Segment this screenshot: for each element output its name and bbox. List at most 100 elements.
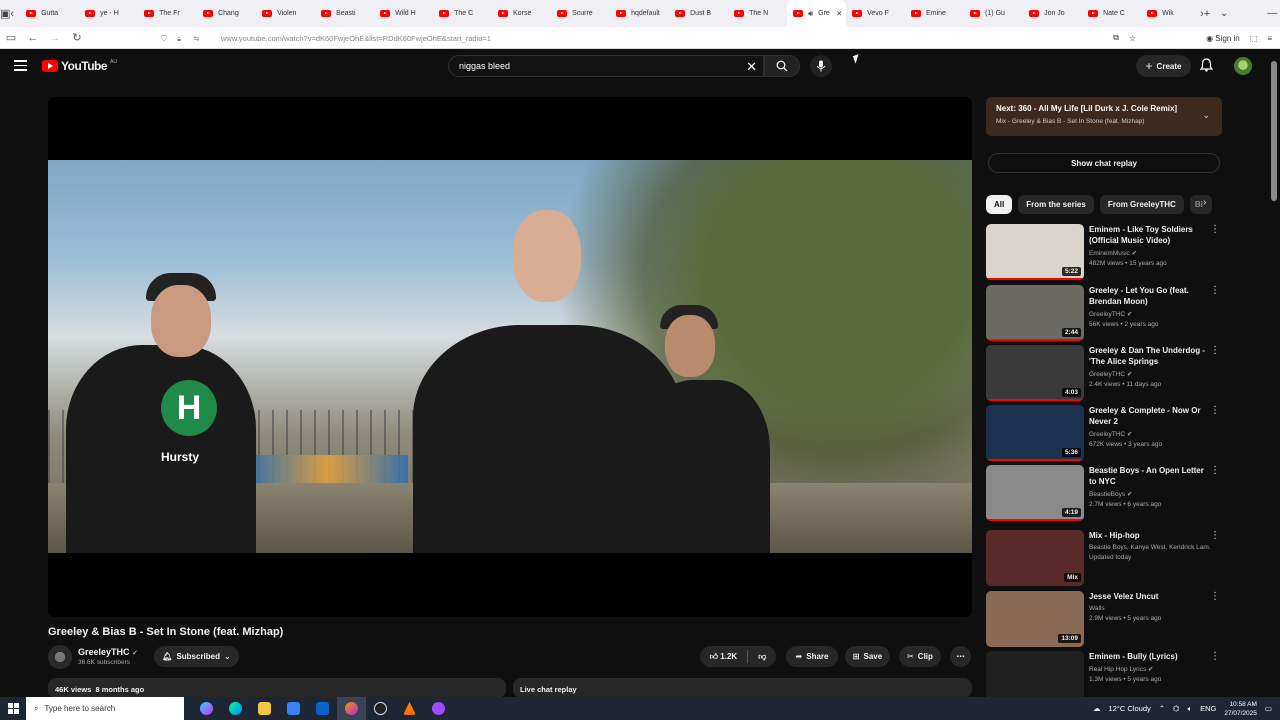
video-title[interactable]: Greeley - Let You Go (feat. Brendan Moon… <box>1089 285 1211 307</box>
recommended-video[interactable]: 5:22 Eminem - Like Toy Soldiers (Official… <box>986 224 1222 280</box>
video-thumbnail[interactable]: 13:09 <box>986 591 1084 647</box>
channel-name[interactable]: GreeleyTHC ✔ <box>1089 370 1211 378</box>
edge-icon[interactable] <box>221 697 250 720</box>
more-options-icon[interactable]: ⋮ <box>1210 285 1220 296</box>
video-player[interactable]: H Hursty <box>48 97 972 617</box>
channel-name[interactable]: GreeleyTHC ✔ <box>1089 310 1211 318</box>
volume-icon[interactable]: 🔈︎ <box>1188 704 1193 714</box>
copilot-icon[interactable] <box>192 697 221 720</box>
share-button[interactable]: ➦ Share <box>786 646 838 667</box>
channel-name-text[interactable]: Walls <box>1089 605 1105 612</box>
channel-name-text[interactable]: GreeleyTHC <box>78 647 130 657</box>
video-thumbnail[interactable]: 4:03 <box>986 345 1084 401</box>
page-scrollbar[interactable] <box>1270 55 1278 695</box>
browser-tab[interactable]: Scurre <box>551 0 610 27</box>
account-avatar[interactable] <box>1234 57 1252 75</box>
bookmark-star-icon[interactable]: ☆ <box>1129 34 1136 43</box>
channel-name-text[interactable]: GreeleyTHC <box>1089 311 1125 318</box>
more-options-icon[interactable]: ⋮ <box>1210 405 1220 416</box>
extensions-icon[interactable]: ⬚ <box>1250 34 1258 43</box>
dislike-button[interactable]: 👎︎ <box>758 652 766 662</box>
browser-tab[interactable]: 🔊︎ Gre ✕ <box>787 0 847 27</box>
browser-tab[interactable]: Violen <box>256 0 315 27</box>
video-thumbnail[interactable]: Mix <box>986 530 1084 586</box>
taskbar-search-input[interactable]: ⌕ Type here to search <box>26 697 184 720</box>
browser-tab[interactable]: Dust B <box>669 0 728 27</box>
show-chat-replay-button[interactable]: Show chat replay <box>988 153 1220 173</box>
clock[interactable]: 10:58 AM 27/07/2025 <box>1224 700 1257 718</box>
video-thumbnail[interactable]: 2:44 <box>986 285 1084 341</box>
close-tab-icon[interactable]: ✕ <box>836 10 842 18</box>
filter-chip[interactable]: From the series <box>1018 195 1094 214</box>
more-options-icon[interactable]: ⋮ <box>1210 345 1220 356</box>
back-icon[interactable]: ← <box>22 27 44 49</box>
notifications-icon[interactable]: ▭ <box>1265 704 1272 713</box>
firefox-icon[interactable] <box>337 697 366 720</box>
more-options-icon[interactable]: ⋮ <box>1210 651 1220 662</box>
search-button[interactable] <box>764 55 800 77</box>
browser-tab[interactable]: The N <box>728 0 787 27</box>
channel-avatar[interactable] <box>48 645 72 669</box>
sidebar-toggle-icon[interactable]: ▭ <box>0 27 22 49</box>
video-thumbnail[interactable]: 4:19 <box>986 465 1084 521</box>
translate-icon[interactable]: ⧉ <box>1113 33 1119 43</box>
minimize-icon[interactable]: — <box>1258 0 1280 27</box>
video-title[interactable]: Mix - Hip-hop <box>1089 530 1211 541</box>
subscribed-button[interactable]: 🔔︎ Subscribed ⌄ <box>154 646 239 667</box>
channel-name[interactable]: GreeleyTHC ✔ <box>78 647 138 657</box>
recommended-video[interactable]: 4:03 Greeley & Dan The Underdog - 'The Al… <box>986 345 1222 401</box>
tray-expand-icon[interactable]: ⌃ <box>1159 704 1165 713</box>
channel-name[interactable]: GreeleyTHC ✔ <box>1089 430 1211 438</box>
channel-name-text[interactable]: Beastie Boys, Kanye West, Kendrick Lam..… <box>1089 544 1211 551</box>
channel-name[interactable]: EminemMusic ✔ <box>1089 249 1211 257</box>
audio-playing-icon[interactable]: 🔊︎ <box>808 9 813 19</box>
more-options-icon[interactable]: ⋮ <box>1210 530 1220 541</box>
scrollbar-thumb[interactable] <box>1271 61 1277 201</box>
browser-tab[interactable]: Vevo F <box>846 0 905 27</box>
video-title[interactable]: Eminem - Bully (Lyrics) <box>1089 651 1211 662</box>
recommended-video[interactable]: 5:36 Greeley & Complete - Now Or Never 2 G… <box>986 405 1222 461</box>
video-thumbnail[interactable]: 5:36 <box>986 405 1084 461</box>
video-thumbnail[interactable]: 5:22 <box>986 224 1084 280</box>
address-bar[interactable]: ⛉ 🔒︎ ⇋ www.youtube.com/watch?v=dK60FwjeO… <box>155 30 1085 47</box>
browser-tab[interactable]: Jon Jo <box>1023 0 1082 27</box>
channel-name[interactable]: Real Hip Hop Lyrics ✔ <box>1089 665 1211 673</box>
tor-icon[interactable] <box>424 697 453 720</box>
filter-chip[interactable]: Bi <box>1189 195 1212 214</box>
youtube-logo[interactable]: YouTube AU <box>42 59 117 73</box>
description-box[interactable]: 46K views 8 months ago <box>48 678 506 698</box>
browser-tab[interactable]: Beasti <box>315 0 374 27</box>
weather-text[interactable]: 12°C Cloudy <box>1109 704 1151 713</box>
menu-icon[interactable]: ≡ <box>1267 34 1272 43</box>
recommended-video[interactable]: 4:19 Beastie Boys - An Open Letter to NYC… <box>986 465 1222 521</box>
notifications-bell-icon[interactable] <box>1199 58 1214 77</box>
chevron-down-icon[interactable]: ⌄ <box>1202 110 1210 121</box>
filter-chip[interactable]: From GreeleyTHC <box>1099 195 1184 214</box>
channel-name-text[interactable]: BeastieBoys <box>1089 491 1125 498</box>
tab-overview-icon[interactable]: ▣ <box>0 0 10 27</box>
video-title[interactable]: Jesse Velez Uncut <box>1089 591 1211 602</box>
browser-tab[interactable]: ye - H <box>79 0 138 27</box>
more-options-icon[interactable]: ⋮ <box>1210 224 1220 235</box>
clip-button[interactable]: ✂ Clip <box>899 646 941 667</box>
channel-name-text[interactable]: GreeleyTHC <box>1089 431 1125 438</box>
browser-tab[interactable]: Nate C <box>1082 0 1141 27</box>
channel-name-text[interactable]: EminemMusic <box>1089 250 1130 257</box>
recommended-video[interactable]: 2:44 Greeley - Let You Go (feat. Brendan … <box>986 285 1222 341</box>
reload-icon[interactable]: ↻ <box>66 27 88 49</box>
tab-list-icon[interactable]: ⌄ <box>1210 0 1238 27</box>
browser-tab[interactable]: Gutta <box>20 0 79 27</box>
mail-icon[interactable] <box>308 697 337 720</box>
network-icon[interactable]: ⌬ <box>1173 704 1180 713</box>
like-button[interactable]: 👍︎ 1.2K <box>710 652 738 662</box>
video-title[interactable]: Beastie Boys - An Open Letter to NYC <box>1089 465 1211 487</box>
browser-tab[interactable]: The Fr <box>138 0 197 27</box>
chips-next-icon[interactable]: › <box>1203 197 1206 208</box>
recommended-video[interactable]: 13:09 Jesse Velez Uncut Walls 2.9M views • … <box>986 591 1222 647</box>
up-next-box[interactable]: Next: 360 - All My Life [Lil Durk x J. C… <box>986 97 1222 136</box>
recommended-video[interactable]: Mix Mix - Hip-hop Beastie Boys, Kanye West… <box>986 530 1222 586</box>
more-actions-button[interactable]: ⋯ <box>950 646 971 667</box>
signin-label[interactable]: Sign in <box>1215 34 1239 43</box>
store-icon[interactable] <box>279 697 308 720</box>
browser-tab[interactable]: Emine <box>905 0 964 27</box>
